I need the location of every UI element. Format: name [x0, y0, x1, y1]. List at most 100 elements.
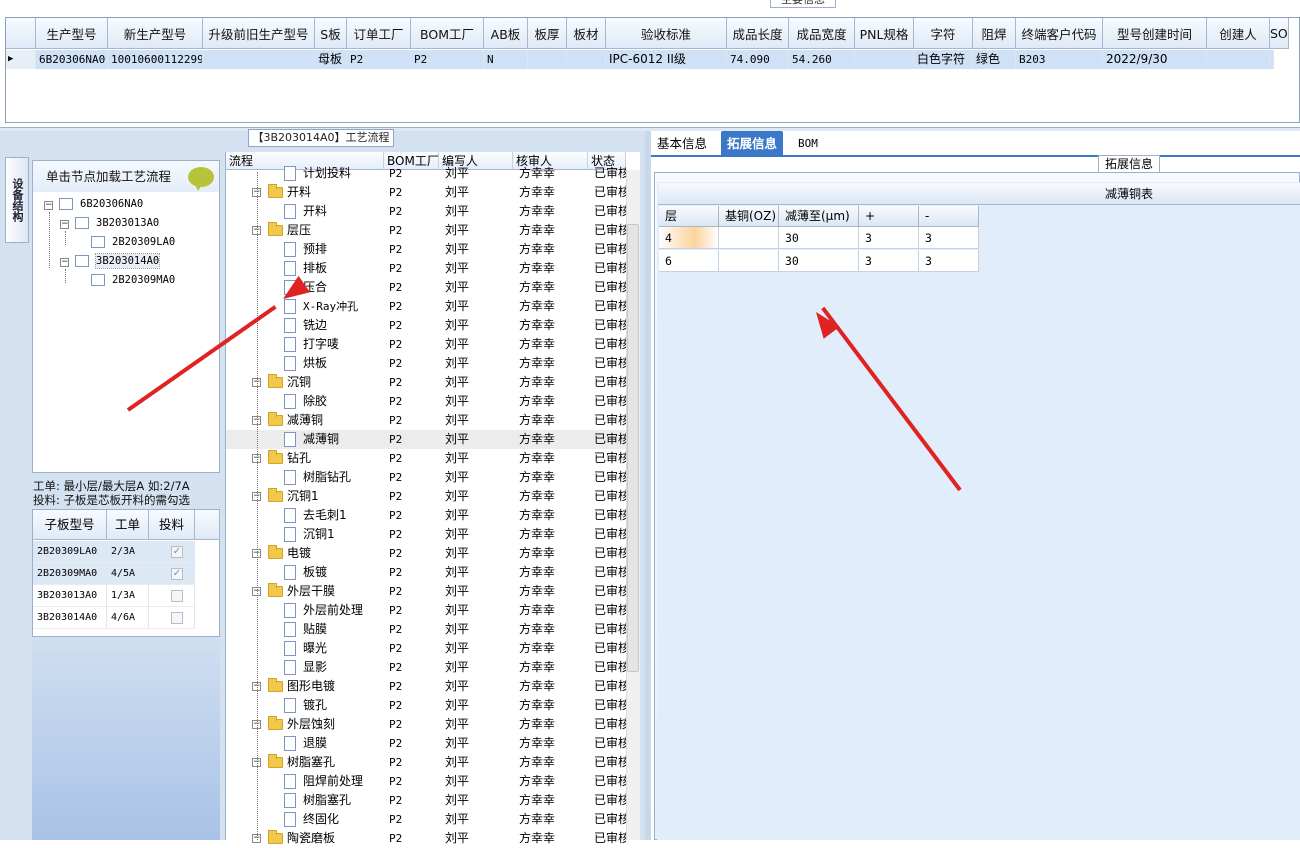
- flow-row[interactable]: 显影 P2 刘平 方幸幸 已审核: [226, 658, 626, 677]
- column-header[interactable]: 生产型号: [36, 18, 108, 49]
- grid-cell[interactable]: P2: [411, 50, 484, 69]
- table-cell[interactable]: 4: [659, 227, 719, 249]
- tree-node[interactable]: 3B203013A0: [96, 216, 159, 230]
- column-header[interactable]: 板厚: [528, 18, 567, 49]
- flow-row[interactable]: − 沉铜1 P2 刘平 方幸幸 已审核: [226, 487, 626, 506]
- grid-cell[interactable]: 54.260: [789, 50, 855, 69]
- flow-row[interactable]: 阻焊前处理 P2 刘平 方幸幸 已审核: [226, 772, 626, 791]
- flow-row[interactable]: 镀孔 P2 刘平 方幸幸 已审核: [226, 696, 626, 715]
- collapse-toggle-icon[interactable]: −: [44, 201, 53, 210]
- grid-cell[interactable]: P2: [347, 50, 411, 69]
- flow-row[interactable]: 退膜 P2 刘平 方幸幸 已审核: [226, 734, 626, 753]
- column-header[interactable]: 升级前旧生产型号: [203, 18, 315, 49]
- column-header[interactable]: AB板: [484, 18, 528, 49]
- flow-row[interactable]: − 层压 P2 刘平 方幸幸 已审核: [226, 221, 626, 240]
- grid-cell[interactable]: [855, 50, 914, 69]
- flow-row[interactable]: 曝光 P2 刘平 方幸幸 已审核: [226, 639, 626, 658]
- flow-row[interactable]: 外层前处理 P2 刘平 方幸幸 已审核: [226, 601, 626, 620]
- grid-cell[interactable]: [567, 50, 606, 69]
- table-column-header[interactable]: +: [859, 206, 919, 227]
- grid-cell[interactable]: 74.090: [727, 50, 789, 69]
- sub-order-cell[interactable]: 4/6A: [107, 607, 149, 629]
- table-cell[interactable]: [719, 227, 779, 249]
- flow-row[interactable]: 打字唛 P2 刘平 方幸幸 已审核: [226, 335, 626, 354]
- flow-row[interactable]: − 电镀 P2 刘平 方幸幸 已审核: [226, 544, 626, 563]
- flow-row[interactable]: 树脂塞孔 P2 刘平 方幸幸 已审核: [226, 791, 626, 810]
- collapse-toggle-icon[interactable]: −: [60, 258, 69, 267]
- table-column-header[interactable]: 减薄至(μm): [779, 206, 859, 227]
- feed-checkbox[interactable]: [171, 612, 183, 624]
- feed-checkbox[interactable]: ✓: [171, 546, 183, 558]
- grid-cell[interactable]: 6B20306NA0: [36, 50, 108, 69]
- flow-row[interactable]: 去毛刺1 P2 刘平 方幸幸 已审核: [226, 506, 626, 525]
- flow-row[interactable]: − 外层蚀刻 P2 刘平 方幸幸 已审核: [226, 715, 626, 734]
- column-header[interactable]: 创建人: [1207, 18, 1270, 49]
- grid-cell[interactable]: [203, 50, 315, 69]
- tree-node[interactable]: 6B20306NA0: [80, 197, 143, 211]
- flow-row[interactable]: − 开料 P2 刘平 方幸幸 已审核: [226, 183, 626, 202]
- vertical-tab-equipment-structure[interactable]: 设备结构: [5, 157, 29, 243]
- column-header[interactable]: 新生产型号: [108, 18, 203, 49]
- sub-model-cell[interactable]: 2B20309LA0: [33, 541, 107, 563]
- feed-checkbox[interactable]: ✓: [171, 568, 183, 580]
- tree-node[interactable]: 2B20309LA0: [112, 235, 175, 249]
- flow-row[interactable]: − 沉铜 P2 刘平 方幸幸 已审核: [226, 373, 626, 392]
- grid-cell[interactable]: IPC-6012 II级: [606, 50, 727, 69]
- table-cell[interactable]: 3: [859, 250, 919, 272]
- flow-row[interactable]: 排板 P2 刘平 方幸幸 已审核: [226, 259, 626, 278]
- flow-row[interactable]: 除胶 P2 刘平 方幸幸 已审核: [226, 392, 626, 411]
- tab-extended-info[interactable]: 拓展信息: [721, 131, 784, 156]
- column-header[interactable]: PNL规格: [855, 18, 914, 49]
- grid-cell[interactable]: 母板: [315, 50, 347, 69]
- flow-row[interactable]: 烘板 P2 刘平 方幸幸 已审核: [226, 354, 626, 373]
- table-cell[interactable]: 6: [659, 250, 719, 272]
- grid-cell[interactable]: [1270, 50, 1274, 69]
- flow-row[interactable]: 终固化 P2 刘平 方幸幸 已审核: [226, 810, 626, 829]
- sub-order-cell[interactable]: 4/5A: [107, 563, 149, 585]
- flow-scrollbar-thumb[interactable]: [627, 224, 639, 672]
- grid-cell[interactable]: N: [484, 50, 528, 69]
- sub-grid-header[interactable]: 投料: [149, 510, 195, 540]
- flow-row[interactable]: 树脂钻孔 P2 刘平 方幸幸 已审核: [226, 468, 626, 487]
- column-header[interactable]: 板材: [567, 18, 606, 49]
- flow-row[interactable]: 减薄铜 P2 刘平 方幸幸 已审核: [226, 430, 626, 449]
- flow-row[interactable]: 沉铜1 P2 刘平 方幸幸 已审核: [226, 525, 626, 544]
- table-column-header[interactable]: 基铜(OZ): [719, 206, 779, 227]
- column-header[interactable]: BOM工厂: [411, 18, 484, 49]
- sub-model-cell[interactable]: 2B20309MA0: [33, 563, 107, 585]
- tab-basic-info[interactable]: 基本信息: [651, 131, 713, 156]
- column-header[interactable]: 成品宽度: [789, 18, 855, 49]
- table-cell[interactable]: 3: [919, 250, 979, 272]
- sub-order-cell[interactable]: 1/3A: [107, 585, 149, 607]
- table-column-header[interactable]: -: [919, 206, 979, 227]
- column-header[interactable]: 型号创建时间: [1103, 18, 1207, 49]
- flow-row[interactable]: 贴膜 P2 刘平 方幸幸 已审核: [226, 620, 626, 639]
- flow-row[interactable]: − 图形电镀 P2 刘平 方幸幸 已审核: [226, 677, 626, 696]
- table-column-header[interactable]: 层: [659, 206, 719, 227]
- column-header[interactable]: 终端客户代码: [1016, 18, 1103, 49]
- table-cell[interactable]: 3: [859, 227, 919, 249]
- flow-row[interactable]: − 减薄铜 P2 刘平 方幸幸 已审核: [226, 411, 626, 430]
- grid-cell[interactable]: B203: [1016, 50, 1103, 69]
- flow-row[interactable]: − 钻孔 P2 刘平 方幸幸 已审核: [226, 449, 626, 468]
- sub-model-cell[interactable]: 3B203014A0: [33, 607, 107, 629]
- grid-cell[interactable]: 2022/9/30: [1103, 50, 1207, 69]
- flow-row[interactable]: − 外层干膜 P2 刘平 方幸幸 已审核: [226, 582, 626, 601]
- column-header[interactable]: 订单工厂: [347, 18, 411, 49]
- column-header[interactable]: 字符: [914, 18, 973, 49]
- column-header[interactable]: 成品长度: [727, 18, 789, 49]
- sub-model-cell[interactable]: 3B203013A0: [33, 585, 107, 607]
- grid-cell[interactable]: [1207, 50, 1270, 69]
- sub-grid-header[interactable]: 子板型号: [33, 510, 107, 540]
- flow-row[interactable]: − 树脂塞孔 P2 刘平 方幸幸 已审核: [226, 753, 626, 772]
- column-header[interactable]: 阻焊: [973, 18, 1016, 49]
- flow-row[interactable]: 计划投料 P2 刘平 方幸幸 已审核: [226, 164, 626, 183]
- column-header[interactable]: SO: [1270, 18, 1289, 49]
- flow-row[interactable]: 板镀 P2 刘平 方幸幸 已审核: [226, 563, 626, 582]
- flow-row[interactable]: 预排 P2 刘平 方幸幸 已审核: [226, 240, 626, 259]
- column-header[interactable]: 验收标准: [606, 18, 727, 49]
- table-cell[interactable]: 3: [919, 227, 979, 249]
- feed-checkbox[interactable]: [171, 590, 183, 602]
- grid-cell[interactable]: 10010600112299: [108, 50, 203, 69]
- table-cell[interactable]: 30: [779, 227, 859, 249]
